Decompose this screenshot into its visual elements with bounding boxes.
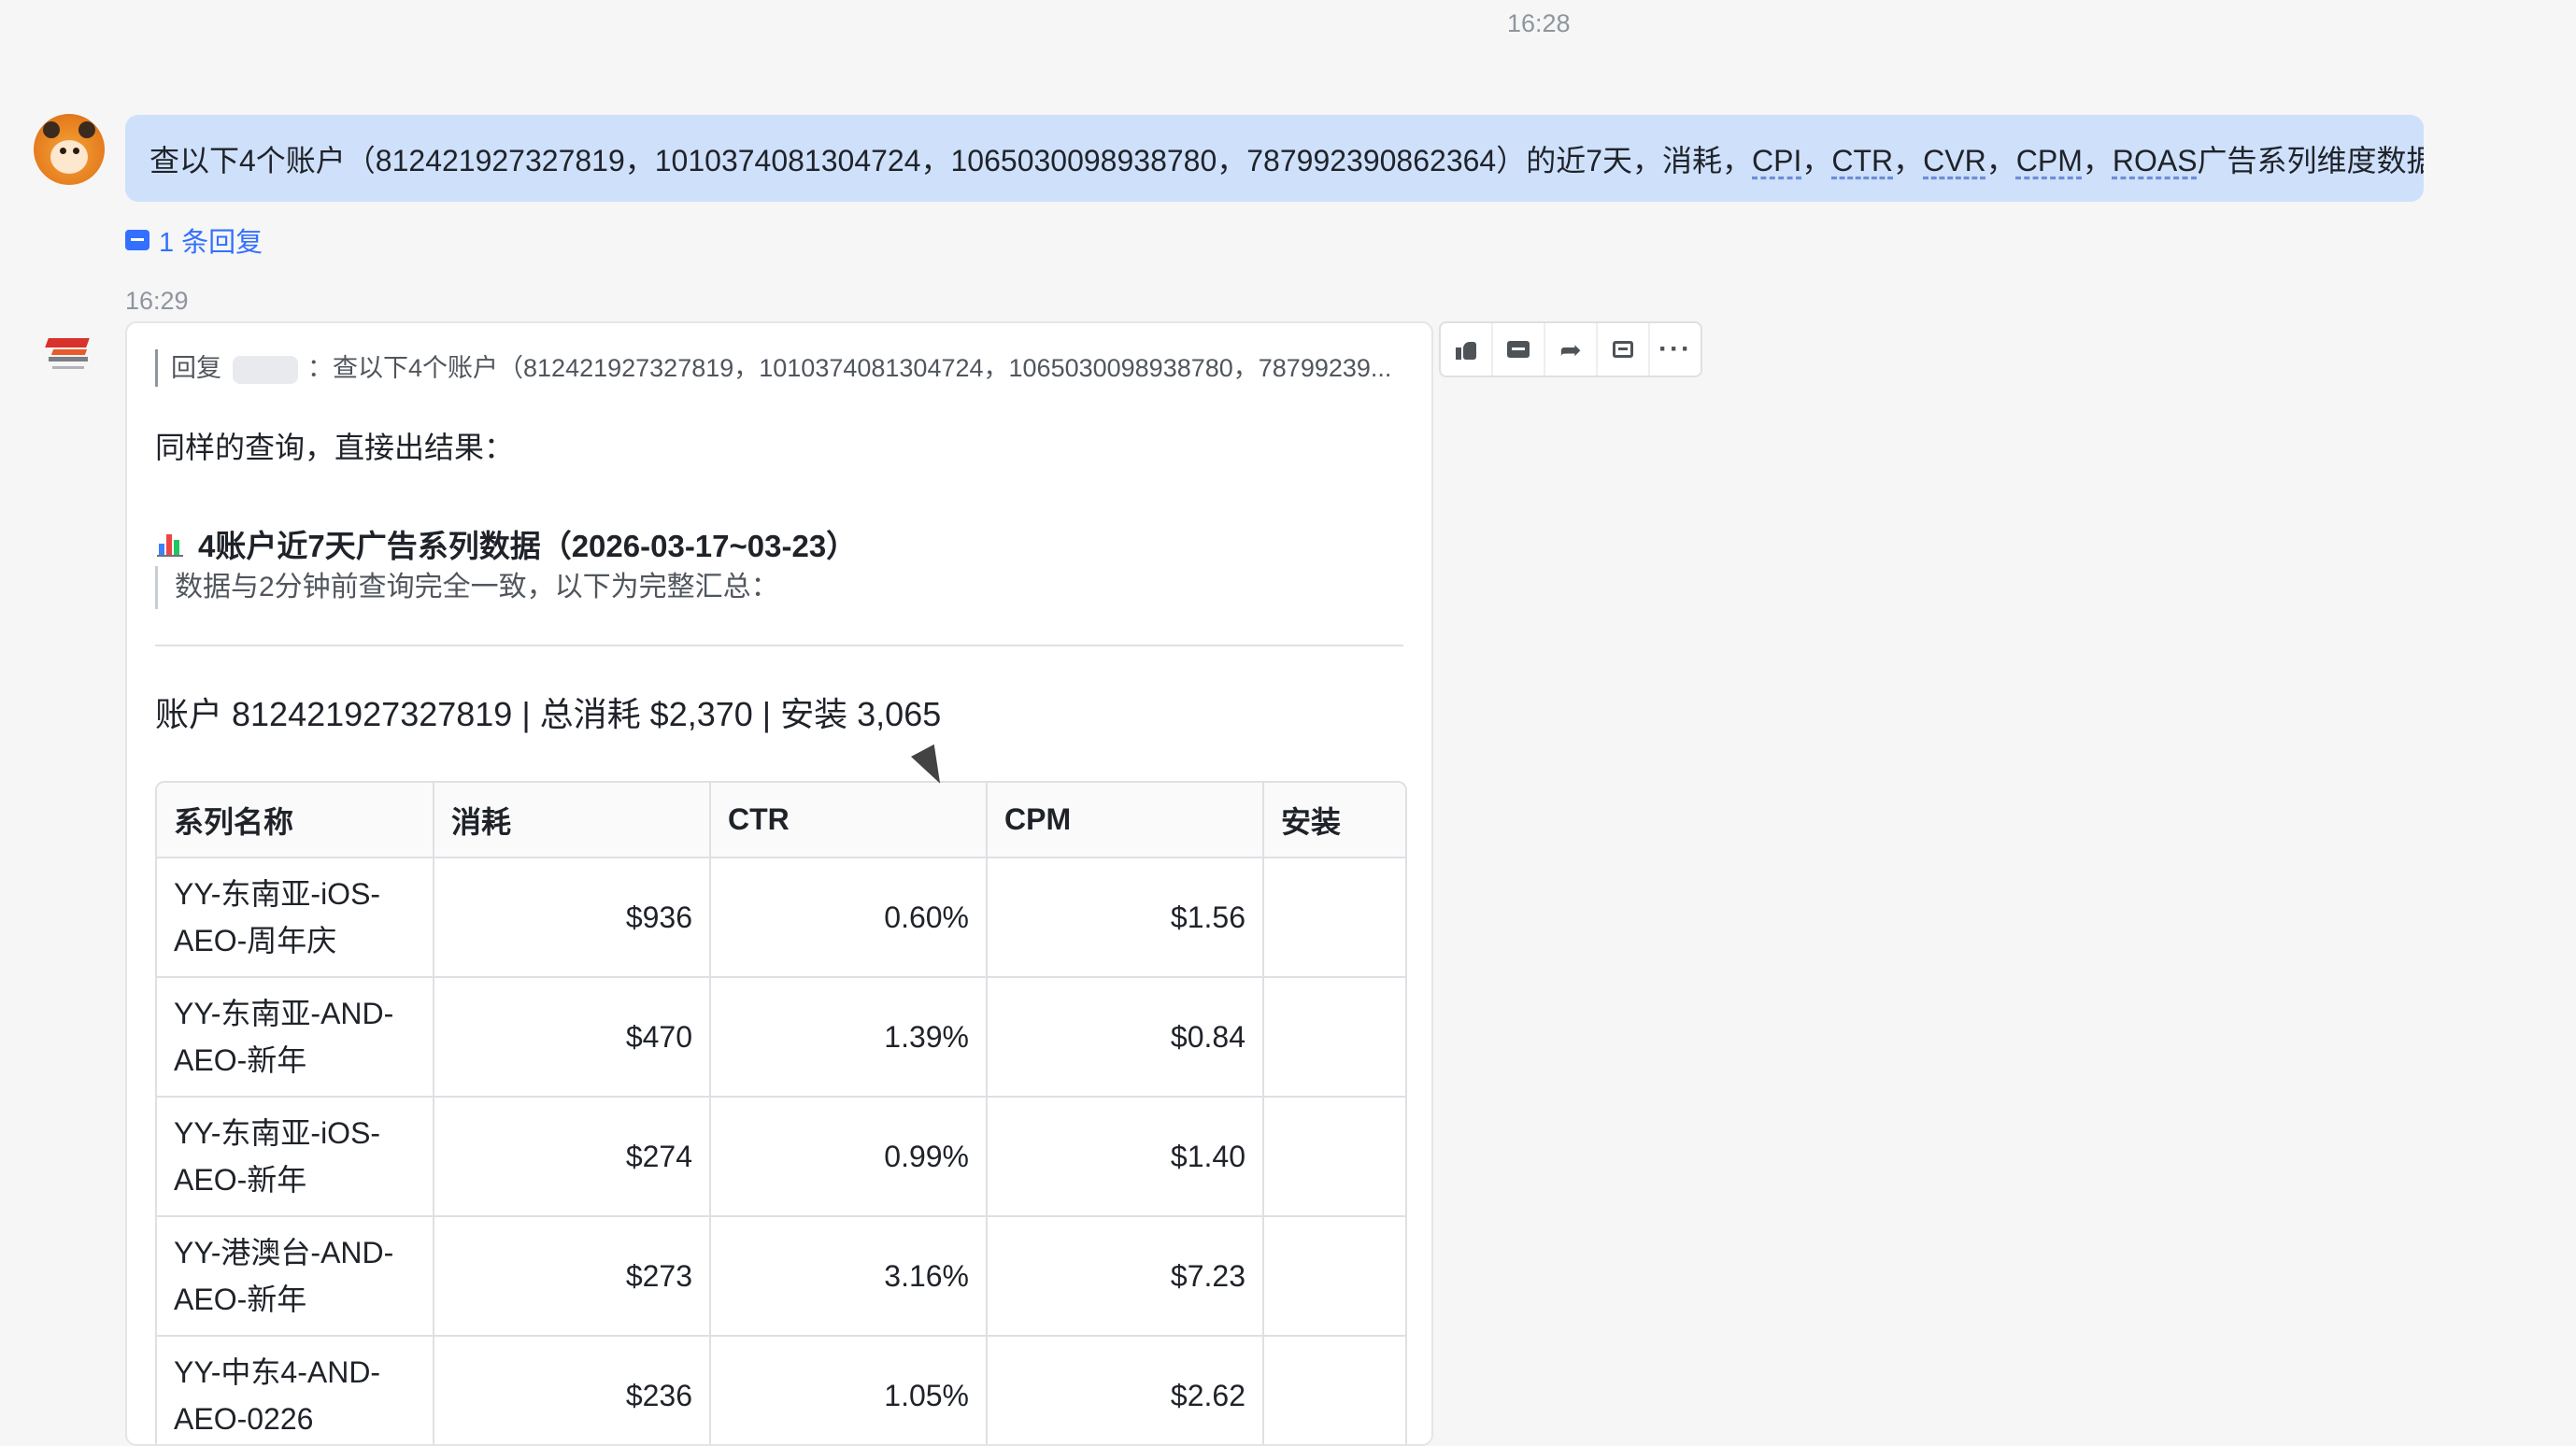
ctr-cell: 1.39% [709,976,988,1098]
more-icon: ··· [1658,333,1692,364]
user-message-bubble: 查以下4个账户（812421927327819，1010374081304724… [125,115,2424,202]
campaign-name-line1: YY-港澳台-AND- [174,1236,394,1269]
installs-cell [1262,976,1405,1098]
campaign-table-wrapper: 系列名称 消耗 CTR CPM 安装 YY-东南亚-iOS- AEO-周年庆 $9… [155,781,1407,1444]
like-button[interactable] [1441,323,1493,376]
campaign-name-line1: YY-东南亚-iOS- [174,877,381,911]
spend-cell: $236 [433,1335,711,1444]
column-header-installs: 安装 [1262,783,1405,858]
divider [155,645,1403,646]
comment-icon [1507,341,1530,358]
thumbs-up-icon [1456,339,1476,360]
campaign-name-line2: AEO-新年 [174,1283,307,1316]
user-avatar[interactable] [34,114,105,185]
ctr-cell: 0.99% [709,1096,988,1217]
installs-cell [1262,1335,1405,1444]
table-row: YY-东南亚-iOS- AEO-新年 $274 0.99% $1.40 [157,1096,1405,1217]
campaign-name-cell: YY-东南亚-iOS- AEO-周年庆 [157,857,434,978]
quote-prefix: 回复 [171,354,221,382]
table-row: YY-港澳台-AND- AEO-新年 $273 3.16% $7.23 [157,1215,1405,1337]
section-title: 4账户近7天广告系列数据（2026-03-17~03-23） [157,521,857,566]
message-text-segment: ， [1985,143,2016,177]
campaign-name-cell: YY-东南亚-iOS- AEO-新年 [157,1096,434,1217]
message-text-segment: ， [1893,143,1924,177]
message-action-toolbar: ➦ ··· [1439,321,1702,377]
column-header-cpm: CPM [986,783,1264,858]
message-timestamp-top: 16:28 [1507,9,1571,37]
cpm-cell: $1.56 [986,857,1264,978]
table-row: YY-东南亚-AND- AEO-新年 $470 1.39% $0.84 [157,976,1405,1098]
mark-button[interactable] [1598,323,1650,376]
campaign-name-line1: YY-中东4-AND- [174,1355,381,1389]
bot-message-card: 回复 ：查以下4个账户（812421927327819，1010374081304… [125,321,1433,1446]
campaign-name-cell: YY-东南亚-AND- AEO-新年 [157,976,434,1098]
account-summary-line: 账户 812421927327819 | 总消耗 $2,370 | 安装 3,0… [155,695,942,733]
installs-cell [1262,857,1405,978]
ctr-cell: 1.05% [709,1335,988,1444]
reply-thread-link[interactable]: 1 条回复 [125,220,263,260]
column-header-spend: 消耗 [433,783,711,858]
metric-term[interactable]: CPI [1752,144,1801,177]
cpm-cell: $7.23 [986,1215,1264,1337]
bot-message-timestamp: 16:29 [125,287,189,315]
table-row: YY-东南亚-iOS- AEO-周年庆 $936 0.60% $1.56 [157,857,1405,978]
campaign-name-line1: YY-东南亚-iOS- [174,1116,381,1150]
section-title-text: 4账户近7天广告系列数据（2026-03-17~03-23） [198,529,858,563]
campaign-name-line2: AEO-新年 [174,1163,307,1197]
spend-cell: $470 [433,976,711,1098]
bot-intro-text: 同样的查询，直接出结果： [155,431,515,464]
ctr-cell: 3.16% [709,1215,988,1337]
campaign-name-line2: AEO-新年 [174,1043,307,1077]
bot-avatar[interactable] [43,329,93,376]
reply-comment-icon [125,230,149,250]
forward-button[interactable]: ➦ [1545,323,1598,376]
mark-icon [1613,341,1633,358]
blurred-username [233,355,298,384]
spend-cell: $273 [433,1215,711,1337]
campaign-name-line2: AEO-0226 [174,1402,314,1436]
installs-cell [1262,1096,1405,1217]
column-header-ctr: CTR [709,783,988,858]
quoted-reply[interactable]: 回复 ：查以下4个账户（812421927327819，1010374081304… [155,349,1423,387]
message-text-segment: 查以下4个账户（812421927327819，1010374081304724… [149,143,1753,177]
campaign-name-line2: AEO-周年庆 [174,924,337,957]
forward-icon: ➦ [1559,334,1582,364]
comment-button[interactable] [1493,323,1545,376]
metric-term[interactable]: CPM [2016,144,2083,177]
blockquote-note: 数据与2分钟前查询完全一致，以下为完整汇总： [155,566,779,609]
spend-cell: $274 [433,1096,711,1217]
cpm-cell: $0.84 [986,976,1264,1098]
metric-term[interactable]: CVR [1923,144,1986,177]
reply-count-label[interactable]: 1 条回复 [159,220,263,260]
message-text-segment: ， [2082,143,2113,177]
campaign-name-cell: YY-港澳台-AND- AEO-新年 [157,1215,434,1337]
table-row: YY-中东4-AND- AEO-0226 $236 1.05% $2.62 [157,1335,1405,1444]
installs-cell [1262,1215,1405,1337]
spend-cell: $936 [433,857,711,978]
message-text-segment: ， [1801,143,1832,177]
column-header-name: 系列名称 [157,783,434,858]
message-text-segment: 广告系列维度数据 [2197,143,2424,177]
campaign-name-line1: YY-东南亚-AND- [174,997,394,1030]
metric-term[interactable]: CTR [1831,144,1893,177]
cpm-cell: $2.62 [986,1335,1264,1444]
ctr-cell: 0.60% [709,857,988,978]
bar-chart-icon [157,531,185,557]
campaign-name-cell: YY-中东4-AND- AEO-0226 [157,1335,434,1444]
campaign-table: 系列名称 消耗 CTR CPM 安装 YY-东南亚-iOS- AEO-周年庆 $9… [157,783,1405,1444]
metric-term[interactable]: ROAS [2113,144,2198,177]
more-button[interactable]: ··· [1650,323,1701,376]
quote-text: ：查以下4个账户（812421927327819，101037408130472… [307,354,1392,382]
cpm-cell: $1.40 [986,1096,1264,1217]
user-message-text: 查以下4个账户（812421927327819，1010374081304724… [149,137,2424,180]
